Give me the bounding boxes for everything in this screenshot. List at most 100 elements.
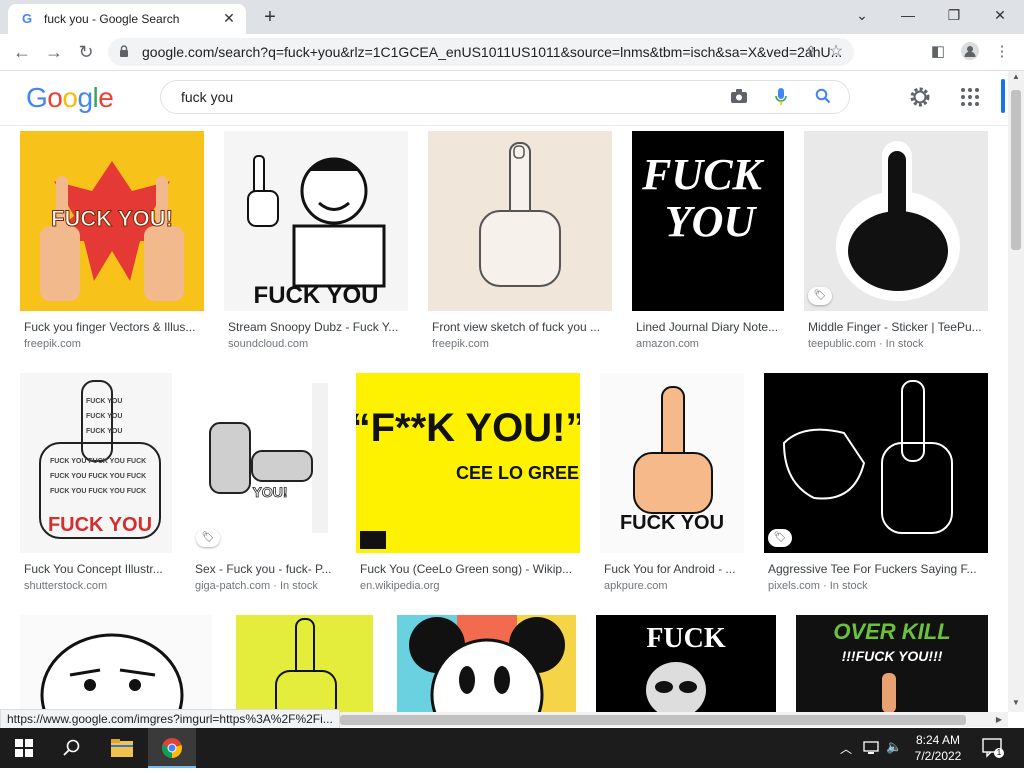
result-image[interactable]: 🏷 (804, 131, 988, 311)
result-caption[interactable]: Middle Finger - Sticker | TeePu... (808, 320, 986, 334)
tab-search-icon[interactable]: ⌄ (842, 4, 882, 26)
tag-icon: 🏷 (196, 529, 220, 547)
search-box[interactable]: fuck you (160, 80, 850, 114)
result-image[interactable]: FUCK YOU (224, 131, 408, 311)
result-caption[interactable]: Fuck You (CeeLo Green song) - Wikip... (360, 562, 580, 576)
settings-gear-icon[interactable] (908, 85, 932, 109)
google-header: Google fuck you (0, 71, 1008, 126)
result-image[interactable]: 🏷 (764, 373, 988, 553)
result-image[interactable] (397, 615, 576, 712)
system-clock[interactable]: 8:24 AM 7/2/2022 (906, 732, 970, 764)
thumb-text: FUCK YOU (254, 282, 379, 309)
status-bar-url: https://www.google.com/imgres?imgurl=htt… (0, 709, 340, 729)
result-caption[interactable]: Lined Journal Diary Note... (636, 320, 784, 334)
microphone-icon[interactable] (771, 88, 791, 108)
result-source: en.wikipedia.org (360, 580, 440, 592)
result-image[interactable]: FUCK YOU FUCK YOU FUCK YOU FUCK YOU FUCK Y… (20, 373, 172, 553)
profile-avatar-icon[interactable] (960, 42, 980, 62)
side-panel-icon[interactable]: ◧ (928, 42, 948, 62)
result-image[interactable]: “F**K YOU!” CEE LO GREEN (356, 373, 580, 553)
minimize-button[interactable]: — (888, 4, 928, 26)
close-window-button[interactable]: ✕ (980, 4, 1020, 26)
search-icon[interactable] (48, 728, 96, 768)
scroll-right-arrow-icon[interactable]: ▶ (992, 713, 1006, 727)
google-logo[interactable]: Google (26, 82, 114, 114)
back-button[interactable]: ← (10, 40, 34, 64)
result-image[interactable]: FUCK YOU! (20, 131, 204, 311)
result-image[interactable]: OVER KILL !!!FUCK YOU!!! (796, 615, 988, 712)
result-caption[interactable]: Fuck You Concept Illustr... (24, 562, 172, 576)
search-icon[interactable] (813, 88, 833, 108)
thumb-text: CEE LO GREEN (456, 463, 580, 483)
clock-time: 8:24 AM (915, 733, 961, 747)
network-icon[interactable] (862, 739, 880, 757)
scroll-up-arrow-icon[interactable]: ▲ (1008, 72, 1024, 84)
reload-button[interactable]: ↻ (74, 40, 98, 64)
thumb-text: YOU (665, 197, 758, 246)
share-icon[interactable]: ⇪ (802, 43, 820, 61)
result-image[interactable]: FUCK (596, 615, 776, 712)
thumb-text: FUCK YOU! (51, 206, 173, 231)
clock-date: 7/2/2022 (914, 749, 962, 763)
result-image[interactable] (20, 615, 212, 712)
result-image[interactable]: YOU! 🏷 (192, 373, 336, 553)
result-source: freepik.com (432, 338, 489, 350)
tab-strip: G fuck you - Google Search ✕ + ⌄ — ❐ ✕ (0, 0, 1024, 34)
thumb-text: FUCK YOU (48, 514, 152, 536)
result-source: shutterstock.com (24, 580, 108, 592)
result-caption[interactable]: Aggressive Tee For Fuckers Saying F... (768, 562, 982, 576)
restore-button[interactable]: ❐ (934, 4, 974, 26)
search-input[interactable]: fuck you (181, 89, 233, 105)
account-indicator[interactable] (1001, 79, 1005, 113)
logo-letter: e (98, 82, 114, 113)
file-explorer-icon[interactable] (98, 728, 146, 768)
address-bar[interactable]: google.com/search?q=fuck+you&rlz=1C1GCEA… (108, 38, 854, 66)
result-caption[interactable]: Front view sketch of fuck you ... (432, 320, 610, 334)
thumb-text: FUCK YOU (620, 512, 724, 534)
result-source: teepublic.com · In stock (808, 338, 924, 350)
menu-kebab-icon[interactable]: ⋮ (992, 42, 1012, 62)
result-image[interactable] (236, 615, 373, 712)
windows-taskbar: ︿ 🔈 8:24 AM 7/2/2022 1 (0, 728, 1024, 768)
svg-text:FUCK YOU: FUCK YOU (86, 398, 122, 405)
result-image[interactable]: FUCK YOU (600, 373, 744, 553)
volume-icon[interactable]: 🔈 (886, 739, 904, 757)
bookmark-star-icon[interactable]: ☆ (826, 42, 846, 62)
logo-letter: G (26, 82, 48, 113)
tag-icon: 🏷 (808, 287, 832, 305)
apps-grid-icon[interactable] (960, 87, 980, 107)
vertical-scroll-thumb[interactable] (1011, 90, 1021, 250)
result-image[interactable]: FUCK YOU (632, 131, 784, 311)
forward-button[interactable]: → (42, 40, 66, 64)
thumb-text: “F**K YOU!” (356, 406, 580, 450)
horizontal-scroll-thumb[interactable] (340, 715, 966, 725)
result-caption[interactable]: Fuck you finger Vectors & Illus... (24, 320, 202, 334)
tray-chevron-up-icon[interactable]: ︿ (838, 740, 854, 756)
browser-tab[interactable]: G fuck you - Google Search ✕ (8, 4, 246, 34)
thumb-text: YOU! (253, 484, 288, 500)
svg-text:FUCK YOU: FUCK YOU (86, 413, 122, 420)
lock-icon[interactable] (118, 45, 130, 57)
thumb-text: FUCK (646, 623, 726, 654)
url-text[interactable]: google.com/search?q=fuck+you&rlz=1C1GCEA… (142, 44, 842, 60)
notification-count-badge: 1 (994, 748, 1004, 758)
thumb-text: FUCK (641, 150, 764, 199)
scroll-down-arrow-icon[interactable]: ▼ (1008, 698, 1024, 710)
result-source: apkpure.com (604, 580, 668, 592)
tab-close-icon[interactable]: ✕ (220, 9, 238, 27)
chrome-taskbar-icon[interactable] (148, 728, 196, 768)
result-caption[interactable]: Sex - Fuck you - fuck- P... (195, 562, 335, 576)
logo-letter: g (77, 82, 93, 113)
result-source: freepik.com (24, 338, 81, 350)
google-favicon-icon: G (22, 11, 33, 26)
result-image[interactable] (428, 131, 612, 311)
result-source: pixels.com · In stock (768, 580, 868, 592)
svg-text:FUCK YOU FUCK YOU FUCK: FUCK YOU FUCK YOU FUCK (50, 458, 146, 465)
result-caption[interactable]: Fuck You for Android - ... (604, 562, 744, 576)
camera-icon[interactable] (729, 88, 749, 108)
result-caption[interactable]: Stream Snoopy Dubz - Fuck Y... (228, 320, 406, 334)
tag-icon: 🏷 (768, 529, 792, 547)
new-tab-button[interactable]: + (258, 6, 282, 28)
notifications-icon[interactable]: 1 (982, 738, 1004, 758)
windows-start-icon[interactable] (0, 728, 48, 768)
